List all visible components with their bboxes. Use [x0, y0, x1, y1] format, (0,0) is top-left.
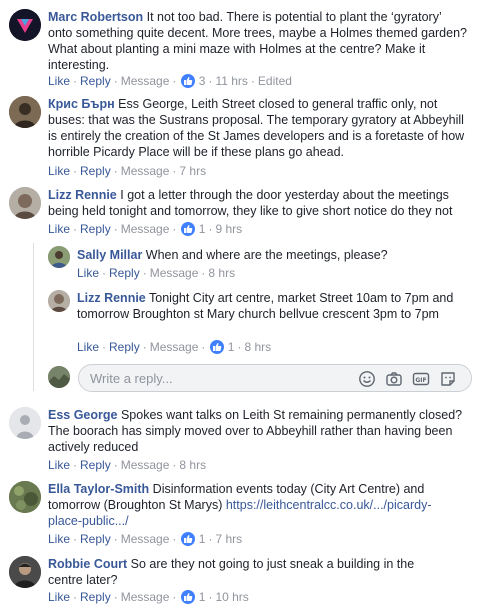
like-link[interactable]: Like	[48, 458, 70, 472]
message-link[interactable]: Message	[121, 222, 170, 236]
avatar[interactable]	[9, 96, 41, 128]
comment-actions: Like · Reply · Message · 3 · 11 hrs · Edited	[48, 74, 292, 88]
reply-placeholder: Write a reply...	[90, 371, 173, 386]
timestamp[interactable]: 7 hrs	[179, 164, 206, 178]
timestamp[interactable]: 9 hrs	[215, 222, 242, 236]
like-icon[interactable]	[181, 74, 196, 88]
reply-text: When and where are the meetings, please?	[145, 248, 388, 262]
reply-author[interactable]: Lizz Rennie	[77, 291, 146, 305]
comment-body: Ella Taylor-Smith Disinformation events …	[48, 481, 448, 529]
reply-body: Lizz Rennie Tonight City art centre, mar…	[77, 290, 472, 322]
like-link[interactable]: Like	[48, 532, 70, 546]
comment-body: Ess George Spokes want talks on Leith St…	[48, 407, 472, 455]
like-link[interactable]: Like	[77, 266, 99, 280]
comment-actions: Like · Reply · Message · 1 · 10 hrs	[48, 590, 249, 604]
svg-text:GIF: GIF	[415, 377, 426, 384]
timestamp[interactable]: 8 hrs	[244, 340, 271, 354]
message-link[interactable]: Message	[121, 590, 170, 604]
gif-icon[interactable]: GIF	[412, 370, 430, 388]
comment-body: Крис Бърн Ess George, Leith Street close…	[48, 96, 470, 160]
reply-link[interactable]: Reply	[109, 340, 140, 354]
comment-body: Lizz Rennie I got a letter through the d…	[48, 187, 472, 219]
like-link[interactable]: Like	[48, 164, 70, 178]
avatar[interactable]	[48, 246, 70, 268]
avatar[interactable]	[9, 9, 41, 41]
message-link[interactable]: Message	[121, 458, 170, 472]
like-link[interactable]: Like	[48, 74, 70, 88]
comment-author[interactable]: Lizz Rennie	[48, 188, 117, 202]
message-link[interactable]: Message	[121, 74, 170, 88]
avatar[interactable]	[9, 187, 41, 219]
message-link[interactable]: Message	[150, 340, 199, 354]
comment-body: Marc Robertson It not too bad. There is …	[48, 9, 468, 73]
avatar[interactable]	[9, 407, 41, 439]
camera-icon[interactable]	[385, 370, 403, 388]
comment-author[interactable]: Marc Robertson	[48, 10, 143, 24]
message-link[interactable]: Message	[121, 164, 170, 178]
emoji-icon[interactable]	[358, 370, 376, 388]
like-icon[interactable]	[181, 532, 196, 546]
like-icon[interactable]	[210, 340, 225, 354]
avatar[interactable]	[9, 481, 41, 513]
message-link[interactable]: Message	[121, 532, 170, 546]
message-link[interactable]: Message	[150, 266, 199, 280]
comment-author[interactable]: Ella Taylor-Smith	[48, 482, 149, 496]
reply-link[interactable]: Reply	[80, 590, 111, 604]
reply-actions: Like · Reply · Message · 8 hrs	[77, 266, 236, 280]
like-link[interactable]: Like	[48, 222, 70, 236]
reply-body: Sally Millar When and where are the meet…	[77, 247, 472, 263]
thread-line	[33, 243, 34, 391]
reply-link[interactable]: Reply	[80, 164, 111, 178]
timestamp[interactable]: 11 hrs	[215, 74, 247, 88]
avatar	[48, 366, 70, 388]
comment-actions: Like · Reply · Message · 1 · 7 hrs	[48, 532, 243, 546]
like-icon[interactable]	[181, 222, 196, 236]
comment-author[interactable]: Крис Бърн	[48, 97, 115, 111]
reply-author[interactable]: Sally Millar	[77, 248, 142, 262]
reply-link[interactable]: Reply	[80, 458, 111, 472]
avatar[interactable]	[48, 290, 70, 312]
timestamp[interactable]: 8 hrs	[179, 458, 206, 472]
reply-link[interactable]: Reply	[80, 222, 111, 236]
reply-link[interactable]: Reply	[80, 74, 111, 88]
comment-author[interactable]: Ess George	[48, 408, 117, 422]
reply-link[interactable]: Reply	[80, 532, 111, 546]
reply-input[interactable]: Write a reply... GIF	[78, 364, 472, 392]
like-icon[interactable]	[181, 590, 196, 604]
comment-actions: Like · Reply · Message · 7 hrs	[48, 164, 207, 178]
edited-label[interactable]: Edited	[258, 74, 292, 88]
timestamp[interactable]: 10 hrs	[215, 590, 248, 604]
sticker-icon[interactable]	[439, 370, 457, 388]
reply-link[interactable]: Reply	[109, 266, 140, 280]
like-link[interactable]: Like	[77, 340, 99, 354]
timestamp[interactable]: 8 hrs	[208, 266, 235, 280]
comment-actions: Like · Reply · Message · 1 · 9 hrs	[48, 222, 243, 236]
comment-author[interactable]: Robbie Court	[48, 557, 127, 571]
timestamp[interactable]: 7 hrs	[215, 532, 242, 546]
like-link[interactable]: Like	[48, 590, 70, 604]
comment-actions: Like · Reply · Message · 8 hrs	[48, 458, 207, 472]
avatar[interactable]	[9, 556, 41, 588]
reply-actions: Like · Reply · Message · 1 · 8 hrs	[77, 340, 272, 354]
comment-body: Robbie Court So are they not going to ju…	[48, 556, 448, 588]
